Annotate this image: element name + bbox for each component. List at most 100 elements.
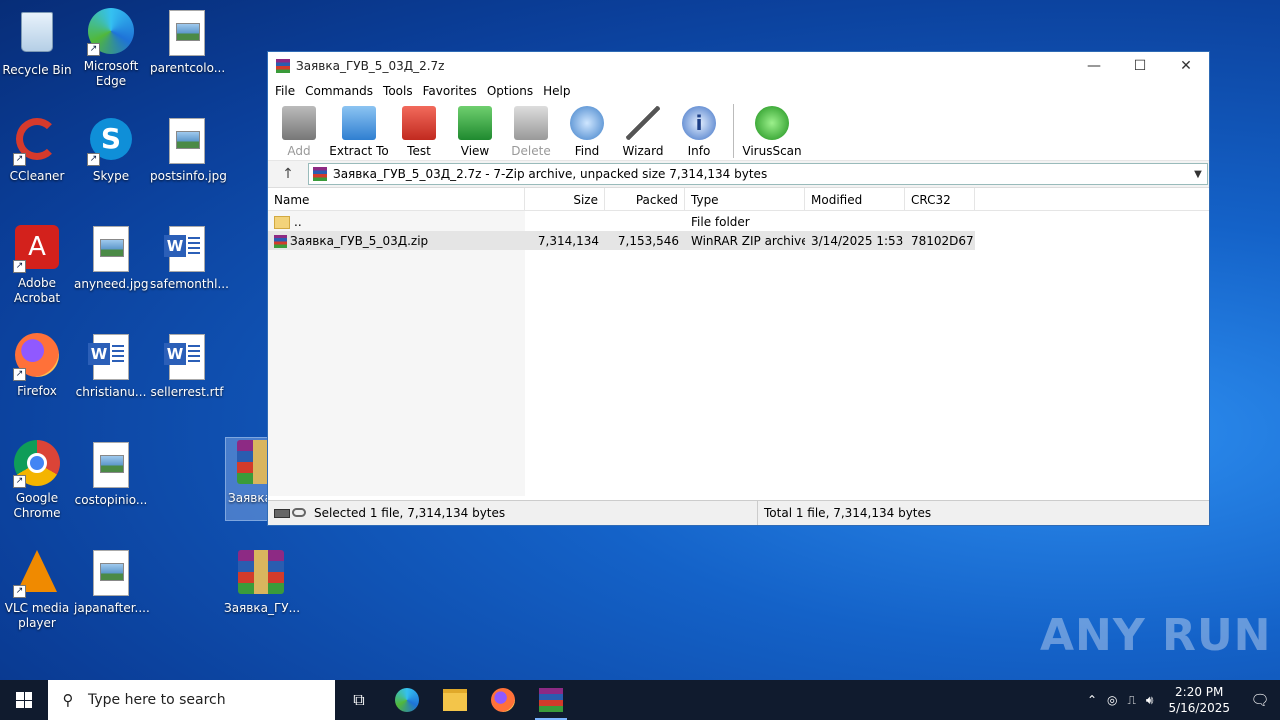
virusscan-button[interactable]: VirusScan [740, 102, 804, 158]
clock-time: 2:20 PM [1175, 685, 1224, 699]
desktop-icon-vlc[interactable]: ↗ VLC media player [0, 548, 74, 631]
chevron-up-icon[interactable]: ⌃ [1082, 693, 1102, 707]
desktop-icon-zayavka-selected[interactable]: Заявка_ГУВ_5_03Д... [225, 437, 268, 521]
row-type: WinRAR ZIP archive [691, 233, 805, 248]
desktop-icon-anyneed[interactable]: anyneed.jpg [74, 224, 148, 292]
menu-tools[interactable]: Tools [378, 84, 418, 98]
desktop-icon-recycle-bin[interactable]: Recycle Bin [0, 8, 74, 78]
taskbar-winrar[interactable] [527, 680, 575, 720]
test-label: Test [407, 144, 431, 158]
desktop-icon-christianu[interactable]: W christianu... [74, 332, 148, 400]
desktop-icon-label: Firefox [17, 384, 57, 398]
virusscan-label: VirusScan [742, 144, 802, 158]
info-icon: i [682, 106, 716, 140]
folder-icon [274, 215, 290, 229]
desktop-icon-parentcolo[interactable]: parentcolo... [150, 8, 225, 76]
minimize-button[interactable]: — [1071, 52, 1117, 80]
desktop-icon-adobe-acrobat[interactable]: A ↗ Adobe Acrobat [0, 224, 74, 306]
menu-commands[interactable]: Commands [300, 84, 378, 98]
menu-help[interactable]: Help [538, 84, 575, 98]
desktop-icon-label: Microsoft Edge [83, 59, 139, 88]
status-selected: Selected 1 file, 7,314,134 bytes [314, 506, 506, 520]
wizard-button[interactable]: Wizard [615, 102, 671, 158]
find-label: Find [574, 144, 600, 158]
add-label: Add [287, 144, 311, 158]
volume-icon[interactable]: 🔊︎ [1141, 693, 1159, 708]
delete-button[interactable]: Delete [503, 102, 559, 158]
image-file-icon [87, 550, 135, 598]
desktop-icon-zayavka[interactable]: Заявка_ГУ... [224, 548, 300, 616]
task-view-button[interactable]: ⧉ [335, 680, 383, 720]
key-icon[interactable] [292, 508, 306, 517]
column-size[interactable]: Size [525, 188, 605, 210]
desktop-icon-label: costopinio... [74, 493, 148, 507]
up-arrow-icon[interactable]: ↑ [268, 166, 308, 182]
column-modified[interactable]: Modified [805, 188, 905, 210]
title-bar[interactable]: Заявка_ГУВ_5_03Д_2.7z — ☐ ✕ [268, 52, 1209, 80]
folder-icon [443, 689, 467, 711]
desktop-icon-sellerrest[interactable]: W sellerrest.rtf [150, 332, 224, 400]
desktop-icon-label: Google Chrome [13, 491, 61, 520]
image-file-icon [163, 118, 211, 166]
file-list[interactable]: Name Size Packed Type Modified CRC32 .. … [268, 188, 1209, 496]
desktop-icon-label: VLC media player [4, 601, 70, 630]
address-field[interactable]: Заявка_ГУВ_5_03Д_2.7z - 7-Zip archive, u… [308, 163, 1208, 185]
menu-favorites[interactable]: Favorites [418, 84, 482, 98]
desktop-icon-label: Skype [92, 169, 130, 183]
image-file-icon [87, 226, 135, 274]
desktop-icon-firefox[interactable]: ↗ Firefox [0, 332, 74, 399]
column-type[interactable]: Type [685, 188, 805, 210]
menu-options[interactable]: Options [482, 84, 538, 98]
info-button[interactable]: i Info [671, 102, 727, 158]
taskbar-file-explorer[interactable] [431, 680, 479, 720]
desktop-icon-skype[interactable]: S ↗ Skype [74, 116, 148, 184]
desktop-icon-safemonthl[interactable]: W safemonthl... [150, 224, 229, 292]
start-button[interactable] [0, 680, 48, 720]
desktop-icon-label: christianu... [75, 385, 147, 399]
desktop-icon-costopinio[interactable]: costopinio... [74, 440, 148, 508]
firefox-icon: ↗ [13, 333, 61, 381]
network-icon[interactable]: ⎍ [1123, 693, 1141, 708]
view-book-icon [458, 106, 492, 140]
find-button[interactable]: Find [559, 102, 615, 158]
drive-icon[interactable] [274, 509, 290, 518]
row-name: .. [294, 214, 302, 229]
close-button[interactable]: ✕ [1163, 52, 1209, 80]
menu-bar: File Commands Tools Favorites Options He… [268, 80, 1209, 102]
menu-file[interactable]: File [270, 84, 300, 98]
test-clipboard-icon [402, 106, 436, 140]
add-button[interactable]: Add [271, 102, 327, 158]
desktop-icon-japanafter[interactable]: japanafter.... [74, 548, 150, 616]
taskbar-firefox[interactable] [479, 680, 527, 720]
test-button[interactable]: Test [391, 102, 447, 158]
desktop-icon-ccleaner[interactable]: ↗ CCleaner [0, 116, 74, 184]
notification-icon[interactable]: 🗨︎ [1240, 691, 1280, 709]
clock[interactable]: 2:20 PM 5/16/2025 [1158, 684, 1240, 716]
search-box[interactable]: ⚲ Type here to search [48, 680, 335, 720]
trash-icon [514, 106, 548, 140]
skype-icon: S ↗ [87, 118, 135, 166]
column-header: Name Size Packed Type Modified CRC32 [268, 188, 1209, 211]
desktop-icon-edge[interactable]: ↗ Microsoft Edge [74, 8, 148, 89]
chevron-down-icon[interactable]: ▼ [1189, 169, 1207, 180]
desktop-icon-google-chrome[interactable]: ↗ Google Chrome [0, 440, 74, 521]
firefox-icon [491, 688, 515, 712]
table-row[interactable]: Заявка_ГУВ_5_03Д.zip 7,314,134 7,153,546… [268, 231, 975, 250]
view-button[interactable]: View [447, 102, 503, 158]
maximize-button[interactable]: ☐ [1117, 52, 1163, 80]
wizard-label: Wizard [622, 144, 664, 158]
row-size: 7,314,134 [537, 233, 599, 248]
word-document-icon: W [163, 334, 211, 382]
taskbar-edge[interactable] [383, 680, 431, 720]
desktop-icon-postsinfo[interactable]: postsinfo.jpg [150, 116, 227, 184]
magnifier-icon [570, 106, 604, 140]
desktop-icon-label: postsinfo.jpg [150, 169, 227, 183]
virus-icon [755, 106, 789, 140]
column-crc32[interactable]: CRC32 [905, 188, 975, 210]
column-name[interactable]: Name [268, 188, 525, 210]
winrar-window: Заявка_ГУВ_5_03Д_2.7z — ☐ ✕ File Command… [267, 51, 1210, 526]
column-packed[interactable]: Packed [605, 188, 685, 210]
table-row[interactable]: .. File folder [268, 212, 975, 231]
extract-to-button[interactable]: Extract To [327, 102, 391, 158]
meet-now-icon[interactable]: ◎ [1102, 693, 1122, 707]
